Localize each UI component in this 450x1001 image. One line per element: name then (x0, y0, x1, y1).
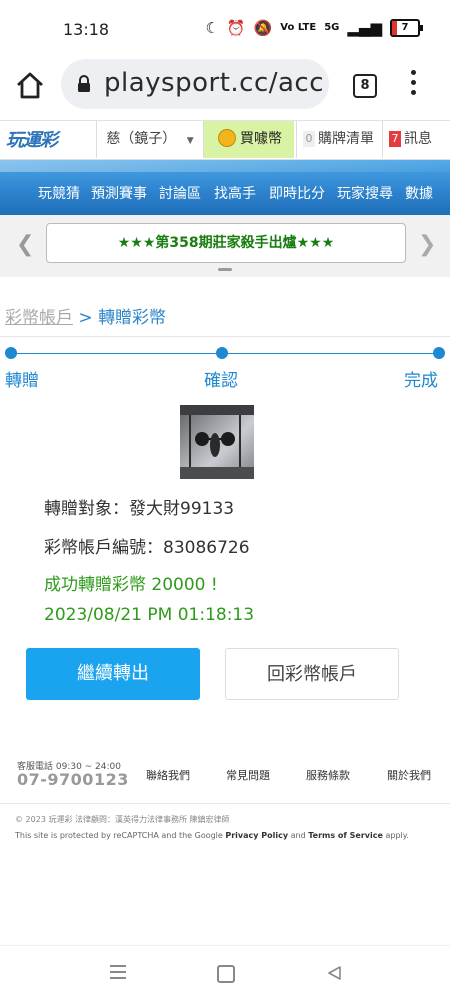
nav-item-stats[interactable]: 數據 (405, 183, 433, 203)
messages-button[interactable]: 7 訊息 (382, 121, 450, 158)
messages-label: 訊息 (404, 131, 432, 147)
user-name: 慈（鏡子） (106, 131, 177, 147)
breadcrumb-parent-link[interactable]: 彩幣帳戶 (5, 308, 73, 328)
step-dot-complete (433, 347, 445, 359)
step-dot-confirm (216, 347, 228, 359)
home-button-icon[interactable] (217, 965, 235, 983)
chevron-down-icon: ▼ (186, 136, 194, 146)
home-icon[interactable] (14, 70, 46, 102)
moon-icon: ☾ (205, 19, 219, 37)
browser-menu-icon[interactable] (410, 70, 418, 100)
carousel-indicator (218, 268, 232, 271)
footer-link-contact[interactable]: 聯絡我們 (146, 767, 190, 783)
recipient-avatar (180, 405, 254, 479)
footer-link-faq[interactable]: 常見問題 (226, 767, 270, 783)
captcha-text: This site is protected by reCAPTCHA and … (15, 831, 223, 840)
footer-divider (0, 803, 450, 804)
support-phone[interactable]: 07-9700123 (17, 770, 129, 789)
terms-of-service-link[interactable]: Terms of Service (308, 831, 383, 840)
step-label-complete: 完成 (404, 371, 438, 391)
nav-item-experts[interactable]: 找高手 (214, 183, 256, 203)
nav-item-guess[interactable]: 玩競猜 (38, 183, 80, 203)
step-label-confirm: 確認 (204, 371, 238, 391)
buy-coin-button[interactable]: 買噱幣 (204, 121, 294, 158)
nav-item-forum[interactable]: 討論區 (159, 183, 201, 203)
captcha-apply: apply. (385, 831, 409, 840)
status-icons: ☾ ⏰ 🔕 Vo LTE 5G ▂▄▆ 7 (205, 19, 423, 37)
alarm-icon: ⏰ (226, 19, 246, 37)
nav-item-player-search[interactable]: 玩家搜尋 (337, 183, 393, 203)
battery-level: 7 (401, 22, 409, 33)
privacy-policy-link[interactable]: Privacy Policy (225, 831, 288, 840)
mute-icon: 🔕 (253, 19, 273, 37)
footer-link-terms[interactable]: 服務條款 (306, 767, 350, 783)
breadcrumb-current: 轉贈彩幣 (98, 308, 167, 328)
footer-link-about[interactable]: 關於我們 (387, 767, 431, 783)
buy-coin-label: 買噱幣 (240, 131, 282, 147)
transfer-datetime: 2023/08/21 PM 01:18:13 (44, 605, 255, 625)
breadcrumb: 彩幣帳戶 > 轉贈彩幣 (5, 303, 166, 328)
cart-label: 購牌清單 (318, 131, 374, 147)
main-nav: 玩競猜 預測賽事 討論區 找高手 即時比分 玩家搜尋 數據 (0, 160, 450, 215)
divider (0, 336, 450, 337)
volte-icon: Vo LTE (280, 22, 317, 33)
cart-count-badge: 0 (303, 131, 315, 147)
chevron-right-icon[interactable]: ❯ (418, 232, 436, 257)
chevron-left-icon[interactable]: ❮ (16, 232, 34, 257)
step-dot-transfer (5, 347, 17, 359)
captcha-and: and (290, 831, 306, 840)
footer-recaptcha-notice: This site is protected by reCAPTCHA and … (15, 831, 409, 840)
footer-copyright: © 2023 玩運彩 法律顧問：漢英得力法律事務所 陳鎮宏律師 (15, 815, 230, 824)
transfer-recipient: 轉贈對象：發大財99133 (44, 499, 235, 519)
cart-button[interactable]: 0 購牌清單 (296, 121, 383, 158)
network-label: 5G (324, 22, 340, 33)
continue-transfer-button[interactable]: 繼續轉出 (26, 648, 200, 700)
nav-item-livescore[interactable]: 即時比分 (269, 183, 325, 203)
transfer-success-message: 成功轉贈彩幣 20000 ! (44, 575, 218, 595)
back-to-account-button[interactable]: 回彩幣帳戶 (225, 648, 399, 700)
status-time: 13:18 (63, 20, 110, 39)
recent-apps-icon[interactable] (110, 965, 126, 979)
nav-item-predict[interactable]: 預測賽事 (91, 183, 147, 203)
step-label-transfer: 轉贈 (5, 371, 39, 391)
tabs-count-button[interactable]: 8 (353, 74, 377, 98)
message-count-badge: 7 (389, 131, 401, 147)
back-icon[interactable] (326, 965, 342, 981)
user-dropdown[interactable]: 慈（鏡子） ▼ (96, 121, 204, 158)
site-logo[interactable]: 玩運彩 (6, 126, 58, 152)
announcement-text[interactable]: ★★★第358期莊家殺手出爐★★★ (46, 223, 406, 263)
coin-icon (218, 129, 236, 147)
transfer-account-number: 彩幣帳戶編號：83086726 (44, 538, 250, 558)
battery-icon: 7 (390, 19, 423, 37)
lock-icon (78, 75, 90, 92)
signal-icon: ▂▄▆ (347, 19, 382, 37)
breadcrumb-separator: > (78, 308, 93, 328)
url-text[interactable]: playsport.cc/acco (104, 68, 324, 98)
